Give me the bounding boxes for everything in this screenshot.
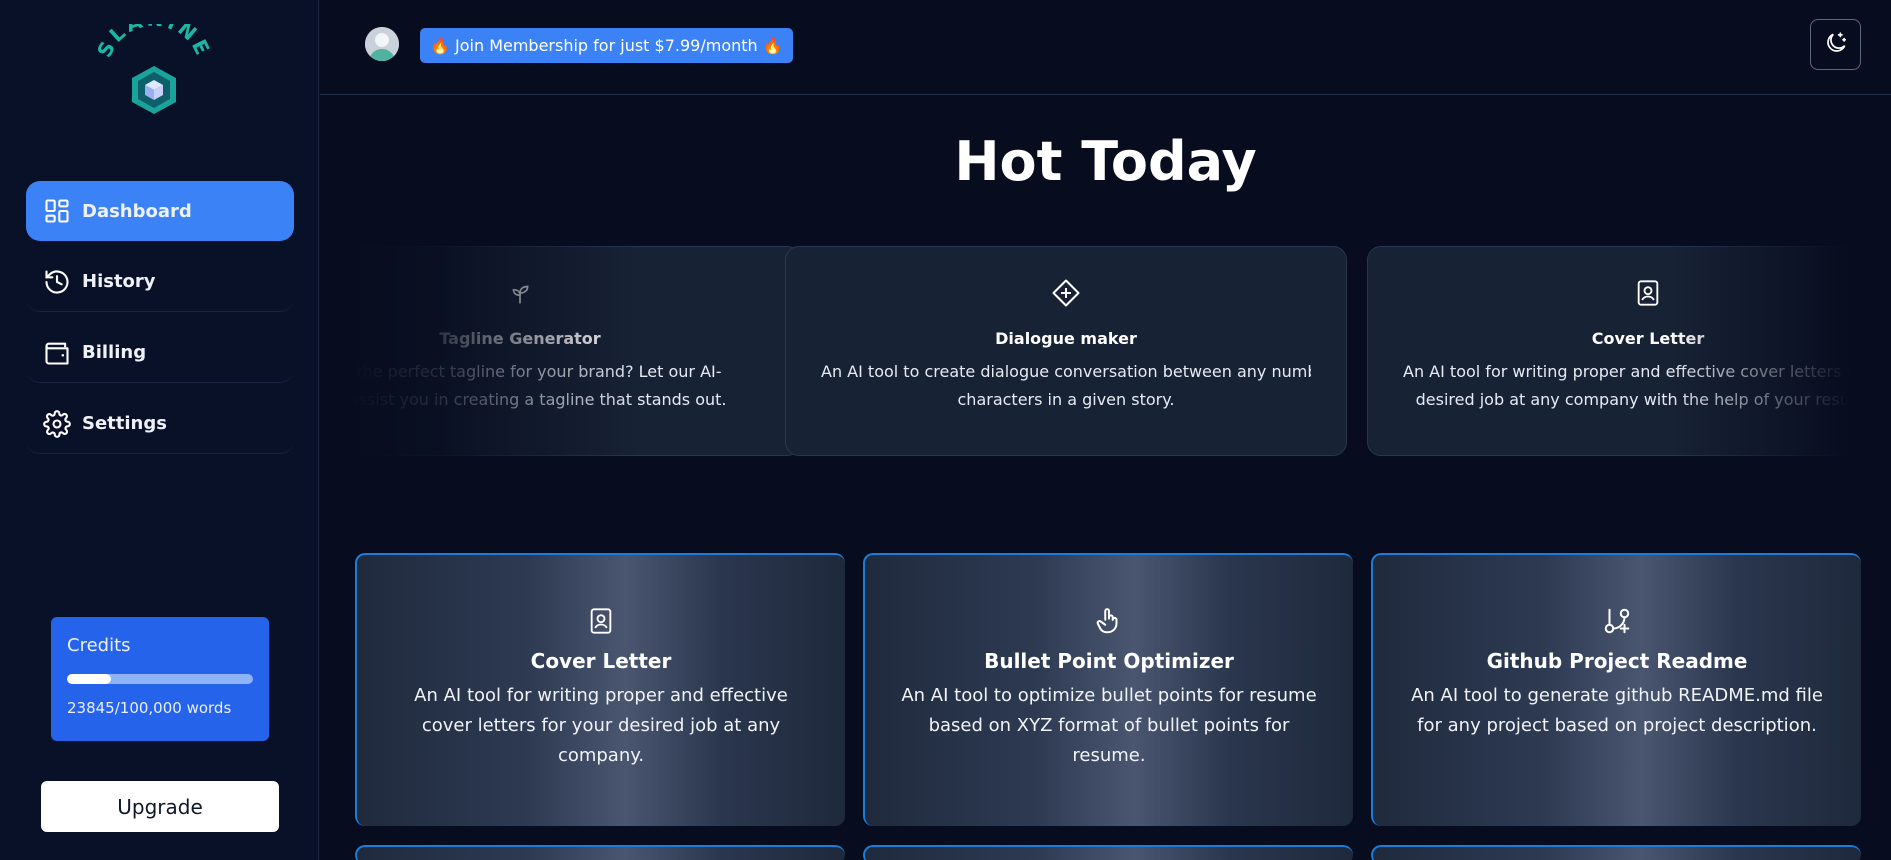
hot-card-cover-letter[interactable]: Cover Letter An AI tool for writing prop… — [1367, 246, 1850, 456]
git-branch-plus-icon — [1601, 605, 1633, 637]
hot-card-title: Cover Letter — [1591, 329, 1705, 348]
hot-card-title: Dialogue maker — [995, 329, 1137, 348]
sidebar-item-history[interactable]: History — [26, 252, 294, 312]
history-icon — [42, 267, 72, 297]
tool-card-desc: An AI tool for writing proper and effect… — [414, 685, 788, 766]
image-file-icon — [1632, 277, 1664, 309]
dashboard-icon — [42, 196, 72, 226]
avatar[interactable] — [365, 27, 399, 61]
tool-card[interactable] — [1371, 845, 1861, 860]
image-file-icon — [585, 605, 617, 637]
sidebar-item-label: Billing — [82, 342, 147, 363]
sidebar-item-label: Settings — [82, 413, 167, 434]
tool-card-bullet-point-optimizer[interactable]: Bullet Point Optimizer An AI tool to opt… — [863, 553, 1353, 826]
moon-icon — [1823, 30, 1849, 60]
svg-text:SLANINE: SLANINE — [96, 24, 212, 61]
tool-card[interactable] — [863, 845, 1353, 860]
credits-words: 23845/100,000 words — [67, 699, 232, 717]
credits-progress-fill — [67, 674, 112, 684]
upgrade-button[interactable]: Upgrade — [41, 781, 279, 832]
sidebar-item-settings[interactable]: Settings — [26, 394, 294, 454]
sidebar: SLANINE Dashboard History Billing — [0, 0, 319, 860]
tool-card-cover-letter[interactable]: Cover Letter An AI tool for writing prop… — [355, 553, 845, 826]
credits-progress-bar — [67, 674, 253, 684]
theme-toggle-button[interactable] — [1810, 19, 1861, 70]
tool-card-title: Bullet Point Optimizer — [984, 649, 1234, 673]
credits-panel: Credits 23845/100,000 words — [51, 617, 269, 741]
hot-card-tagline-generator[interactable]: Tagline Generator Find the perfect tagli… — [350, 246, 801, 456]
sidebar-item-billing[interactable]: Billing — [26, 323, 294, 383]
sidebar-item-label: History — [82, 271, 156, 292]
brand-logo[interactable]: SLANINE — [92, 7, 213, 116]
hot-card-desc-line1: An AI tool to create dialogue conversati… — [821, 362, 1311, 381]
tool-card-title: Github Project Readme — [1486, 649, 1748, 673]
gear-icon — [42, 409, 72, 439]
diamond-plus-icon — [1050, 277, 1082, 309]
hot-card-desc-line1: An AI tool for writing proper and effect… — [1403, 362, 1850, 381]
hot-card-title: Tagline Generator — [439, 329, 601, 348]
hot-card-desc-line2: tool assist you in creating a tagline th… — [350, 390, 727, 409]
hot-card-desc-line2: characters in a given story. — [957, 390, 1175, 409]
membership-promo-button[interactable]: 🔥 Join Membership for just $7.99/month 🔥 — [420, 28, 793, 63]
sidebar-item-dashboard[interactable]: Dashboard — [26, 181, 294, 241]
sidebar-item-label: Dashboard — [82, 200, 192, 222]
tool-card-github-project-readme[interactable]: Github Project Readme An AI tool to gene… — [1371, 553, 1861, 826]
tool-card-desc: An AI tool to optimize bullet points for… — [901, 685, 1317, 766]
hot-card-desc-line1: Find the perfect tagline for your brand?… — [350, 362, 722, 381]
tool-card[interactable] — [355, 845, 845, 860]
hot-today-carousel: Tagline Generator Find the perfect tagli… — [350, 245, 1850, 457]
sidebar-nav: Dashboard History Billing Settings — [26, 181, 294, 465]
sprout-icon — [504, 277, 536, 309]
credits-title: Credits — [67, 635, 131, 656]
tool-card-title: Cover Letter — [530, 649, 672, 673]
pointer-hand-icon — [1093, 605, 1125, 637]
page-title: Hot Today — [954, 130, 1257, 193]
hot-card-desc-line2: desired job at any company with the help… — [1415, 390, 1850, 409]
top-header: 🔥 Join Membership for just $7.99/month 🔥 — [320, 0, 1891, 95]
tool-card-desc: An AI tool to generate github README.md … — [1411, 685, 1823, 736]
wallet-icon — [42, 338, 72, 368]
hot-card-dialogue-maker[interactable]: Dialogue maker An AI tool to create dial… — [785, 246, 1347, 456]
